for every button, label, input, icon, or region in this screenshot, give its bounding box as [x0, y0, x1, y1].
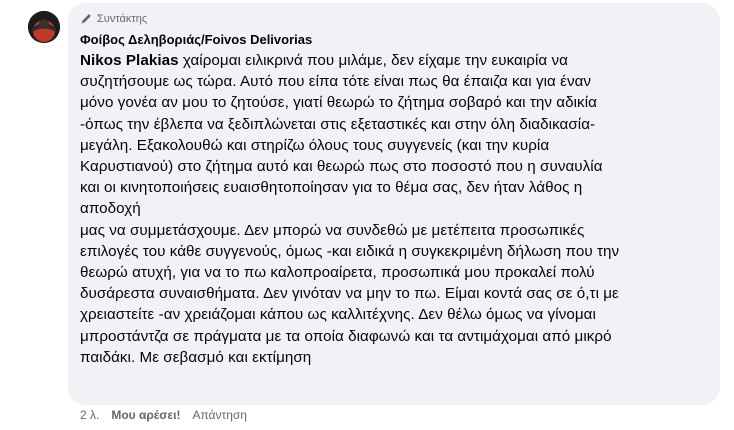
comment-line: μόνο γονέα αν μου το ζητούσε, γιατί θεωρ…	[80, 94, 597, 112]
comment-line: δυσάρεστα συναισθήματα. Δεν γινόταν να μ…	[80, 285, 619, 303]
avatar-image	[28, 11, 60, 43]
mention-link[interactable]: Nikos Plakias	[80, 52, 179, 69]
comment-line: μεγάλη. Εξακολουθώ και στηρίζω όλους του…	[80, 136, 550, 154]
comment-line: χαίρομαι ειλικρινά που μιλάμε, δεν είχαμ…	[178, 52, 568, 69]
avatar[interactable]	[28, 11, 60, 43]
like-button[interactable]: Μου αρέσει!	[111, 407, 180, 423]
comment-line: μπροστάντζα σε πράγματα με τα οποία διαφ…	[80, 327, 612, 345]
comment-line: επιλογές του κάθε συγγενούς, όμως -και ε…	[80, 242, 620, 260]
badge-label: Συντάκτης	[97, 13, 148, 25]
comment: Συντάκτης Φοίβος Δεληβοριάς/Foivos Deliv…	[0, 0, 734, 430]
comment-actions: 2 λ. Μου αρέσει! Απάντηση	[80, 407, 247, 423]
comment-line: παιδάκι. Με σεβασμό και εκτίμηση	[80, 348, 312, 366]
comment-line: -όπως την έβλεπα να ξεδιπλώνεται στις εξ…	[80, 115, 596, 133]
author-name[interactable]: Φοίβος Δεληβοριάς/Foivos Delivorias	[80, 31, 312, 48]
comment-line: χρειαστείτε -αν χρειάζομαι κάπου ως καλλ…	[80, 306, 596, 324]
comment-line: Καρυστιανού) στο ζήτημα αυτό και θεωρώ π…	[80, 158, 603, 176]
timestamp[interactable]: 2 λ.	[80, 407, 99, 423]
reply-button[interactable]: Απάντηση	[192, 407, 247, 423]
comment-line: και οι κινητοποιήσεις ευαισθητοποίησαν γ…	[80, 179, 583, 197]
comment-bubble: Συντάκτης Φοίβος Δεληβοριάς/Foivos Deliv…	[68, 3, 720, 405]
author-badge: Συντάκτης	[80, 12, 708, 26]
comment-line: μας να συμμετάσχουμε. Δεν μπορώ να συνδε…	[80, 221, 585, 239]
comment-line: συζητήσουμε ως τώρα. Αυτό που είπα τότε …	[80, 73, 592, 91]
comment-line: αποδοχή	[80, 200, 141, 218]
comment-line: θεωρώ ατυχή, για να το πω καλοπροαίρετα,…	[80, 264, 595, 282]
pen-icon	[80, 13, 92, 25]
comment-text: Nikos Plakias χαίρομαι ειλικρινά που μιλ…	[80, 50, 708, 368]
